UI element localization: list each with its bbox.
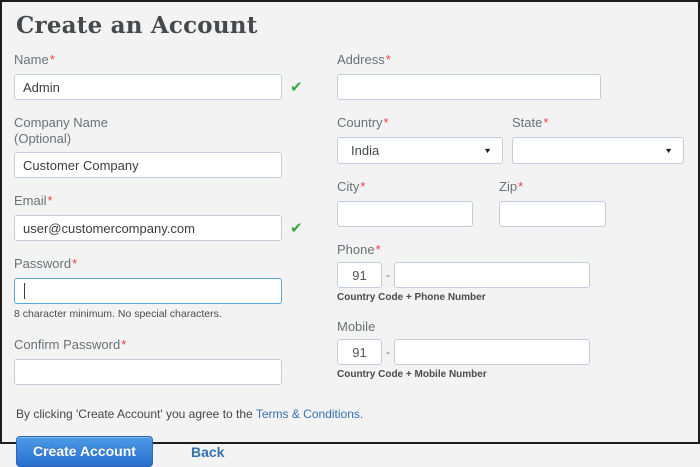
phone-label: Phone* [337, 242, 684, 258]
address-field-group: Address* [337, 52, 684, 100]
country-selected-value: India [351, 143, 379, 158]
phone-number-input[interactable] [394, 262, 590, 288]
terms-agreement: By clicking 'Create Account' you agree t… [16, 407, 686, 421]
required-asterisk: * [50, 52, 55, 67]
required-asterisk: * [543, 115, 548, 130]
back-link[interactable]: Back [191, 444, 224, 460]
state-select[interactable]: ▼ [512, 137, 684, 164]
company-label-text: Company Name [14, 115, 304, 131]
phone-field-group: Phone* - Country Code + Phone Number [337, 242, 684, 303]
country-label: Country* [337, 115, 503, 131]
email-field-group: Email* ✔ [14, 193, 304, 241]
required-asterisk: * [518, 179, 523, 194]
terms-link[interactable]: Terms & Conditions. [256, 407, 363, 421]
city-label: City* [337, 179, 473, 195]
password-hint: 8 character minimum. No special characte… [14, 308, 304, 320]
valid-check-icon: ✔ [290, 221, 303, 236]
address-label: Address* [337, 52, 684, 68]
password-label: Password* [14, 256, 304, 272]
required-asterisk: * [386, 52, 391, 67]
city-label-text: City [337, 179, 359, 194]
city-field-group: City* [337, 179, 473, 227]
company-input[interactable] [14, 152, 282, 178]
chevron-down-icon: ▼ [664, 141, 673, 161]
company-field-group: Company Name (Optional) [14, 115, 304, 178]
mobile-country-code-input[interactable] [337, 339, 382, 365]
email-input[interactable] [14, 215, 282, 241]
company-label: Company Name (Optional) [14, 115, 304, 147]
zip-field-group: Zip* [499, 179, 606, 227]
chevron-down-icon: ▼ [483, 141, 492, 161]
phone-country-code-input[interactable] [337, 262, 382, 288]
email-label-text: Email [14, 193, 47, 208]
name-field-group: Name* ✔ [14, 52, 304, 100]
mobile-field-group: Mobile - Country Code + Mobile Number [337, 319, 684, 380]
form-actions: Create Account Back [16, 436, 686, 467]
country-field-group: Country* India ▼ [337, 115, 503, 164]
name-input[interactable] [14, 74, 282, 100]
mobile-hint: Country Code + Mobile Number [337, 369, 684, 380]
right-column: Address* Country* India ▼ State* ▼ [337, 52, 684, 400]
state-field-group: State* ▼ [512, 115, 684, 164]
zip-label-text: Zip [499, 179, 517, 194]
required-asterisk: * [360, 179, 365, 194]
state-label-text: State [512, 115, 542, 130]
confirm-password-input[interactable] [14, 359, 282, 385]
confirm-password-label: Confirm Password* [14, 337, 304, 353]
form-columns: Name* ✔ Company Name (Optional) Email* ✔ [14, 52, 686, 400]
password-field-group: Password* 8 character minimum. No specia… [14, 256, 304, 320]
zip-input[interactable] [499, 201, 606, 227]
phone-hint: Country Code + Phone Number [337, 292, 684, 303]
required-asterisk: * [384, 115, 389, 130]
name-label-text: Name [14, 52, 49, 67]
address-input[interactable] [337, 74, 601, 100]
required-asterisk: * [48, 193, 53, 208]
city-input[interactable] [337, 201, 473, 227]
zip-label: Zip* [499, 179, 606, 195]
password-input[interactable] [14, 278, 282, 304]
mobile-separator: - [386, 345, 390, 359]
valid-check-icon: ✔ [290, 80, 303, 95]
country-label-text: Country [337, 115, 383, 130]
phone-label-text: Phone [337, 242, 375, 257]
required-asterisk: * [376, 242, 381, 257]
required-asterisk: * [121, 337, 126, 352]
required-asterisk: * [72, 256, 77, 271]
terms-text: By clicking 'Create Account' you agree t… [16, 407, 256, 421]
country-select[interactable]: India ▼ [337, 137, 503, 164]
mobile-label: Mobile [337, 319, 684, 335]
name-label: Name* [14, 52, 304, 68]
state-label: State* [512, 115, 684, 131]
mobile-label-text: Mobile [337, 319, 375, 334]
page-title: Create an Account [16, 12, 686, 39]
text-caret [24, 283, 25, 299]
create-account-button[interactable]: Create Account [16, 436, 153, 467]
phone-separator: - [386, 268, 390, 282]
mobile-number-input[interactable] [394, 339, 590, 365]
company-optional-text: (Optional) [14, 131, 304, 147]
left-column: Name* ✔ Company Name (Optional) Email* ✔ [14, 52, 304, 400]
password-label-text: Password [14, 256, 71, 271]
address-label-text: Address [337, 52, 385, 67]
confirm-password-label-text: Confirm Password [14, 337, 120, 352]
create-account-page: Create an Account Name* ✔ Company Name (… [2, 2, 698, 442]
email-label: Email* [14, 193, 304, 209]
confirm-password-field-group: Confirm Password* [14, 337, 304, 385]
